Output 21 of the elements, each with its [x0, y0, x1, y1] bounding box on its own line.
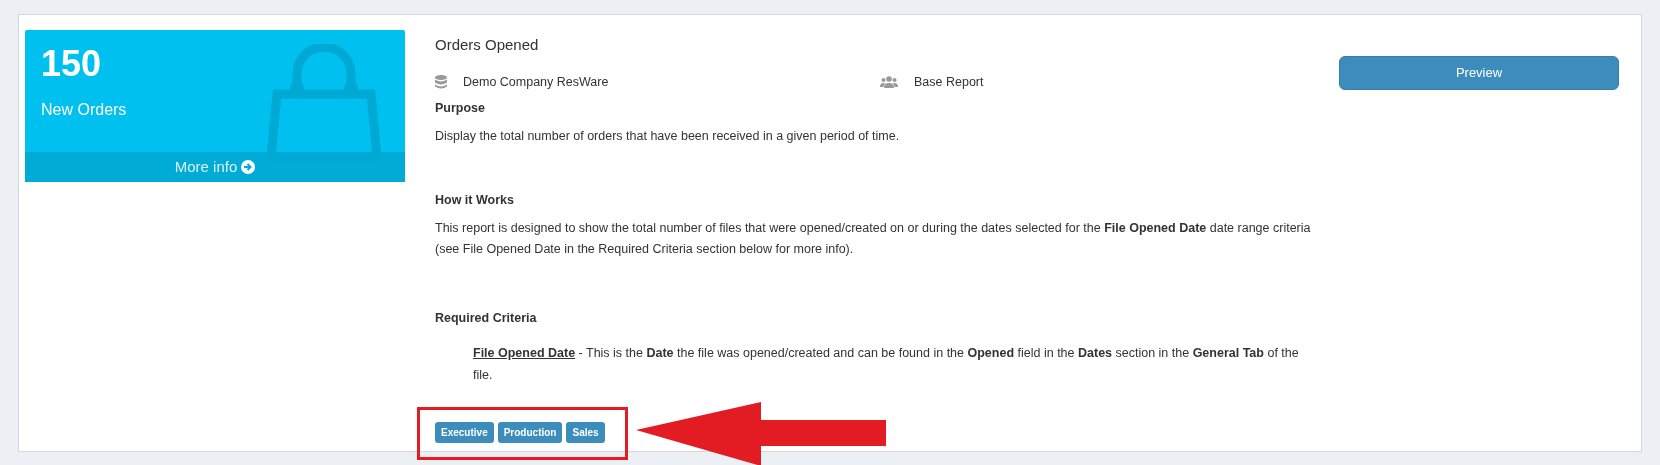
section-heading: How it Works	[435, 192, 515, 210]
criteria-link[interactable]: File Opened Date	[473, 346, 576, 361]
tag: Production	[497, 422, 563, 444]
report-title: Orders Opened	[435, 35, 540, 55]
criteria-text: File Opened Date - This is the Date the file was opened/created and can be found in the Opened field in the Dates section in the General Tab of the file.	[473, 345, 1300, 384]
section-heading: Required Criteria	[435, 309, 538, 327]
section-text: This report is designed to show the total number of files that were opened/created on or during the dates selected for the File Opened Date date range criteria (see File Opened Date in the Required Criteria section below for more info).	[435, 220, 1312, 259]
tag: Sales	[566, 422, 605, 444]
more-info-link[interactable]: More info	[25, 152, 405, 182]
users-icon	[880, 75, 898, 88]
section-heading: Purpose	[435, 100, 486, 118]
preview-button[interactable]: Preview	[1339, 56, 1619, 90]
tag: Executive	[435, 422, 494, 444]
report-type: Base Report	[914, 73, 984, 91]
section-text: Display the total number of orders that have been received in a given period of time.	[435, 128, 901, 145]
more-info-text: More info	[174, 156, 238, 177]
company-name: Demo Company ResWare	[463, 73, 609, 91]
arrow-circle-icon	[241, 160, 256, 174]
tile-label: New Orders	[41, 100, 128, 120]
tile-count: 150	[41, 46, 103, 82]
database-icon	[435, 74, 447, 89]
